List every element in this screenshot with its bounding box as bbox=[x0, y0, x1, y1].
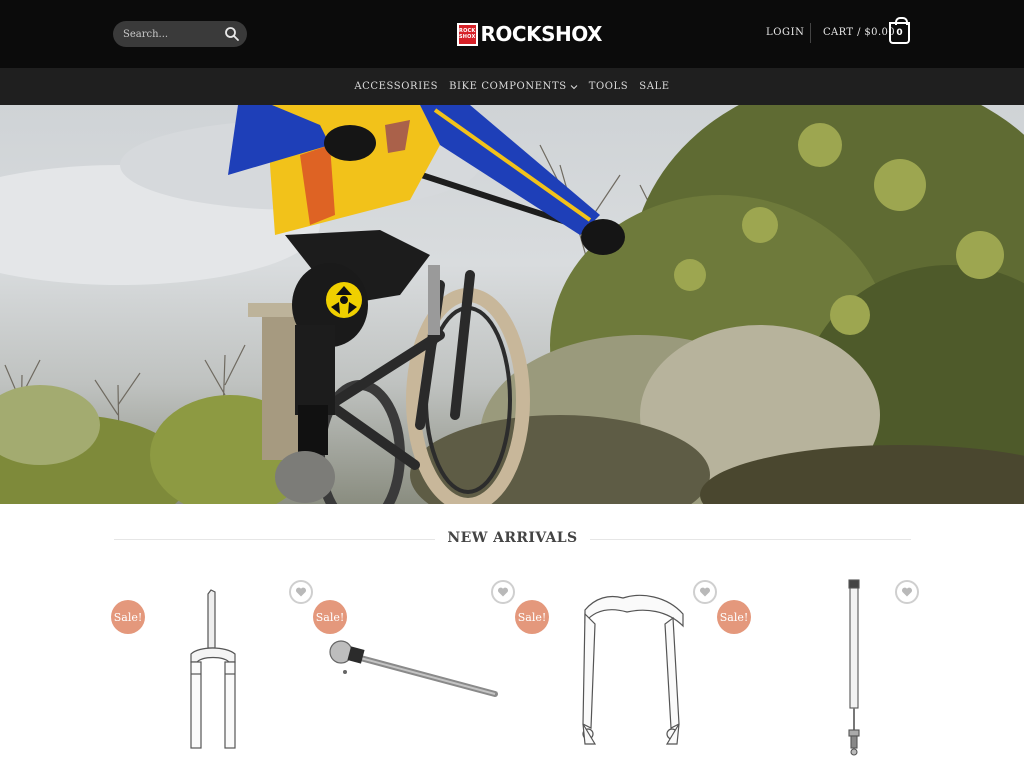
product-card[interactable]: Sale! bbox=[717, 574, 919, 768]
sale-badge: Sale! bbox=[111, 600, 145, 634]
heart-icon bbox=[295, 587, 307, 597]
hero-photo bbox=[0, 105, 1024, 504]
main-nav: ACCESSORIES BIKE COMPONENTS TOOLS SALE bbox=[0, 68, 1024, 105]
login-link[interactable]: LOGIN bbox=[766, 27, 805, 38]
product-image[interactable] bbox=[151, 574, 281, 768]
product-card[interactable]: Sale! bbox=[313, 574, 515, 768]
hero-banner[interactable] bbox=[0, 105, 1024, 504]
nav-item-tools[interactable]: TOOLS bbox=[589, 81, 629, 92]
logo-badge-bottom: SHOX bbox=[459, 34, 476, 40]
cart-count-icon[interactable]: 0 bbox=[889, 17, 910, 44]
wishlist-button[interactable] bbox=[289, 580, 313, 604]
heart-icon bbox=[901, 587, 913, 597]
chevron-down-icon bbox=[570, 84, 578, 89]
site-logo[interactable]: ROCK SHOX ROCKSHOX bbox=[457, 22, 602, 46]
product-image[interactable] bbox=[757, 574, 887, 768]
search-box bbox=[113, 21, 247, 47]
search-icon[interactable] bbox=[224, 26, 240, 42]
section-title: NEW ARRIVALS bbox=[114, 530, 911, 546]
new-arrivals-heading: NEW ARRIVALS bbox=[114, 528, 911, 550]
product-image[interactable] bbox=[323, 574, 503, 768]
nav-item-label: ACCESSORIES bbox=[354, 81, 439, 92]
heart-icon bbox=[699, 587, 711, 597]
nav-item-sale[interactable]: SALE bbox=[639, 81, 669, 92]
cart-count: 0 bbox=[896, 28, 903, 38]
product-card[interactable]: Sale! bbox=[111, 574, 313, 768]
nav-item-bike-components[interactable]: BIKE COMPONENTS bbox=[449, 81, 578, 92]
product-image[interactable] bbox=[555, 574, 685, 768]
logo-text: ROCKSHOX bbox=[480, 22, 603, 46]
logo-badge: ROCK SHOX bbox=[457, 22, 478, 46]
header-divider bbox=[810, 23, 811, 43]
product-card[interactable]: Sale! bbox=[515, 574, 717, 768]
nav-item-label: BIKE COMPONENTS bbox=[449, 81, 567, 92]
cart-link[interactable]: CART / $0.00 bbox=[823, 27, 895, 38]
section-title-text: NEW ARRIVALS bbox=[435, 530, 590, 546]
wishlist-button[interactable] bbox=[895, 580, 919, 604]
nav-item-label: TOOLS bbox=[588, 81, 629, 92]
sale-badge: Sale! bbox=[515, 600, 549, 634]
wishlist-button[interactable] bbox=[693, 580, 717, 604]
nav-item-label: SALE bbox=[639, 81, 670, 92]
nav-item-accessories[interactable]: ACCESSORIES bbox=[354, 81, 438, 92]
top-header: ROCK SHOX ROCKSHOX LOGIN CART / $0.00 0 bbox=[0, 0, 1024, 68]
sale-badge: Sale! bbox=[717, 600, 751, 634]
